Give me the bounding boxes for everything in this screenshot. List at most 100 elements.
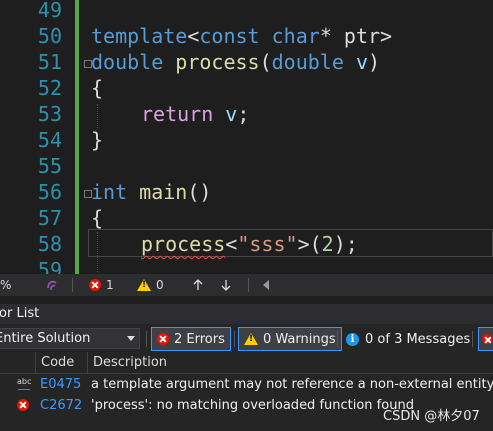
keyword: return [141,102,214,126]
info-icon: i [346,332,359,346]
line-number: 50 [37,24,62,48]
column-header-icon[interactable] [0,352,35,374]
chevron-down-icon [127,336,135,341]
indent-guide [97,104,98,128]
health-indicator-icon[interactable] [45,274,59,296]
arrow-down-icon[interactable] [220,274,232,296]
code-line: { [91,76,104,100]
keyword: char [271,24,320,48]
error-code-link[interactable]: E0475 [40,374,81,395]
error-icon [157,333,169,345]
parameter: v [355,50,368,74]
line-number: 54 [37,128,62,152]
line-number: 52 [37,76,62,100]
code-line: } [91,128,104,152]
code-line: double process(double v) [91,49,380,75]
punctuation: () [187,180,212,204]
editor-status-strip: % 1 0 [0,274,493,296]
punctuation: < [225,232,238,256]
line-number: 59 [37,258,62,274]
scope-dropdown[interactable]: Entire Solution [0,328,140,349]
code-line: { [91,206,104,230]
warning-count-value: 0 [156,278,164,292]
code-editor[interactable]: 49 50 51 52 53 54 55 56 57 58 59 templat… [0,0,493,274]
zoom-level[interactable]: % [0,274,11,296]
column-header-code[interactable]: Code [35,352,87,374]
line-number: 57 [37,206,62,230]
separator [234,331,235,347]
code-line: template<const char* ptr> [91,23,392,49]
error-icon [17,399,29,411]
messages-filter-label: 0 of 3 Messages [365,331,471,347]
punctuation: ; [237,102,250,126]
code-line: process<"sss">(2); [141,231,358,257]
error-code-link[interactable]: C2672 [40,395,82,416]
separator [472,331,473,347]
number-literal: 2 [321,232,334,256]
error-description: 'process': no matching overloaded functi… [91,398,414,413]
line-number: 51 [37,50,62,74]
separator [72,278,73,292]
error-icon [89,279,101,291]
error-list-header: Code Description [0,352,493,374]
arrow-up-icon[interactable] [192,274,204,296]
line-number: 58 [37,232,62,256]
punctuation: > [380,24,393,48]
line-number-gutter: 49 50 51 52 53 54 55 56 57 58 59 [0,0,70,274]
error-list-title-bar: ror List [0,304,493,324]
punctuation: ); [333,232,358,256]
string-literal: "sss" [237,232,298,256]
build-filter-button[interactable] [478,327,493,351]
warning-icon [137,279,151,291]
error-list-toolbar: Entire Solution 2 Errors 0 Warnings i 0 … [0,324,493,354]
error-description: a template argument may not reference a … [91,377,493,392]
punctuation: * [319,24,344,48]
code-line: return v; [141,101,249,127]
scroll-left-icon[interactable] [262,274,270,296]
separator [146,331,147,347]
line-number: 53 [37,102,62,126]
punctuation: ) [367,50,381,74]
function-name: main [139,180,188,204]
change-tracking-bar [75,0,79,274]
warnings-filter-button[interactable]: 0 Warnings [238,327,342,351]
panel-title: ror List [0,306,40,321]
warning-icon [244,333,258,345]
watermark: CSDN @林夕07 [383,409,480,424]
separator [337,331,338,347]
line-number: 55 [37,154,62,178]
column-header-description[interactable]: Description [87,352,493,374]
function-name: process [175,50,260,74]
error-count-value: 1 [106,278,114,292]
punctuation: >( [297,232,322,256]
keyword: double [91,50,164,74]
scope-value: Entire Solution [0,331,91,346]
identifier: ptr [343,24,381,48]
line-number: 56 [37,180,62,204]
error-count[interactable]: 1 [89,274,114,296]
line-number: 49 [37,0,62,22]
keyword: double [271,50,344,74]
keyword: template [91,24,188,48]
abc-spell-error-icon: abc [17,378,31,390]
punctuation: ( [259,50,272,74]
keyword: const [199,24,260,48]
error-icon [482,334,492,344]
errors-filter-label: 2 Errors [174,331,225,347]
warnings-filter-label: 0 Warnings [263,331,336,347]
function-name: process [141,232,226,256]
separator [248,278,249,292]
keyword: int [91,180,128,204]
messages-filter-button[interactable]: i 0 of 3 Messages [346,327,470,351]
code-line: int main() [91,179,211,205]
errors-filter-button[interactable]: 2 Errors [151,327,231,351]
warning-count[interactable]: 0 [137,274,164,296]
table-row[interactable]: abc E0475 a template argument may not re… [0,374,493,395]
punctuation: < [187,24,200,48]
parameter: v [225,102,238,126]
